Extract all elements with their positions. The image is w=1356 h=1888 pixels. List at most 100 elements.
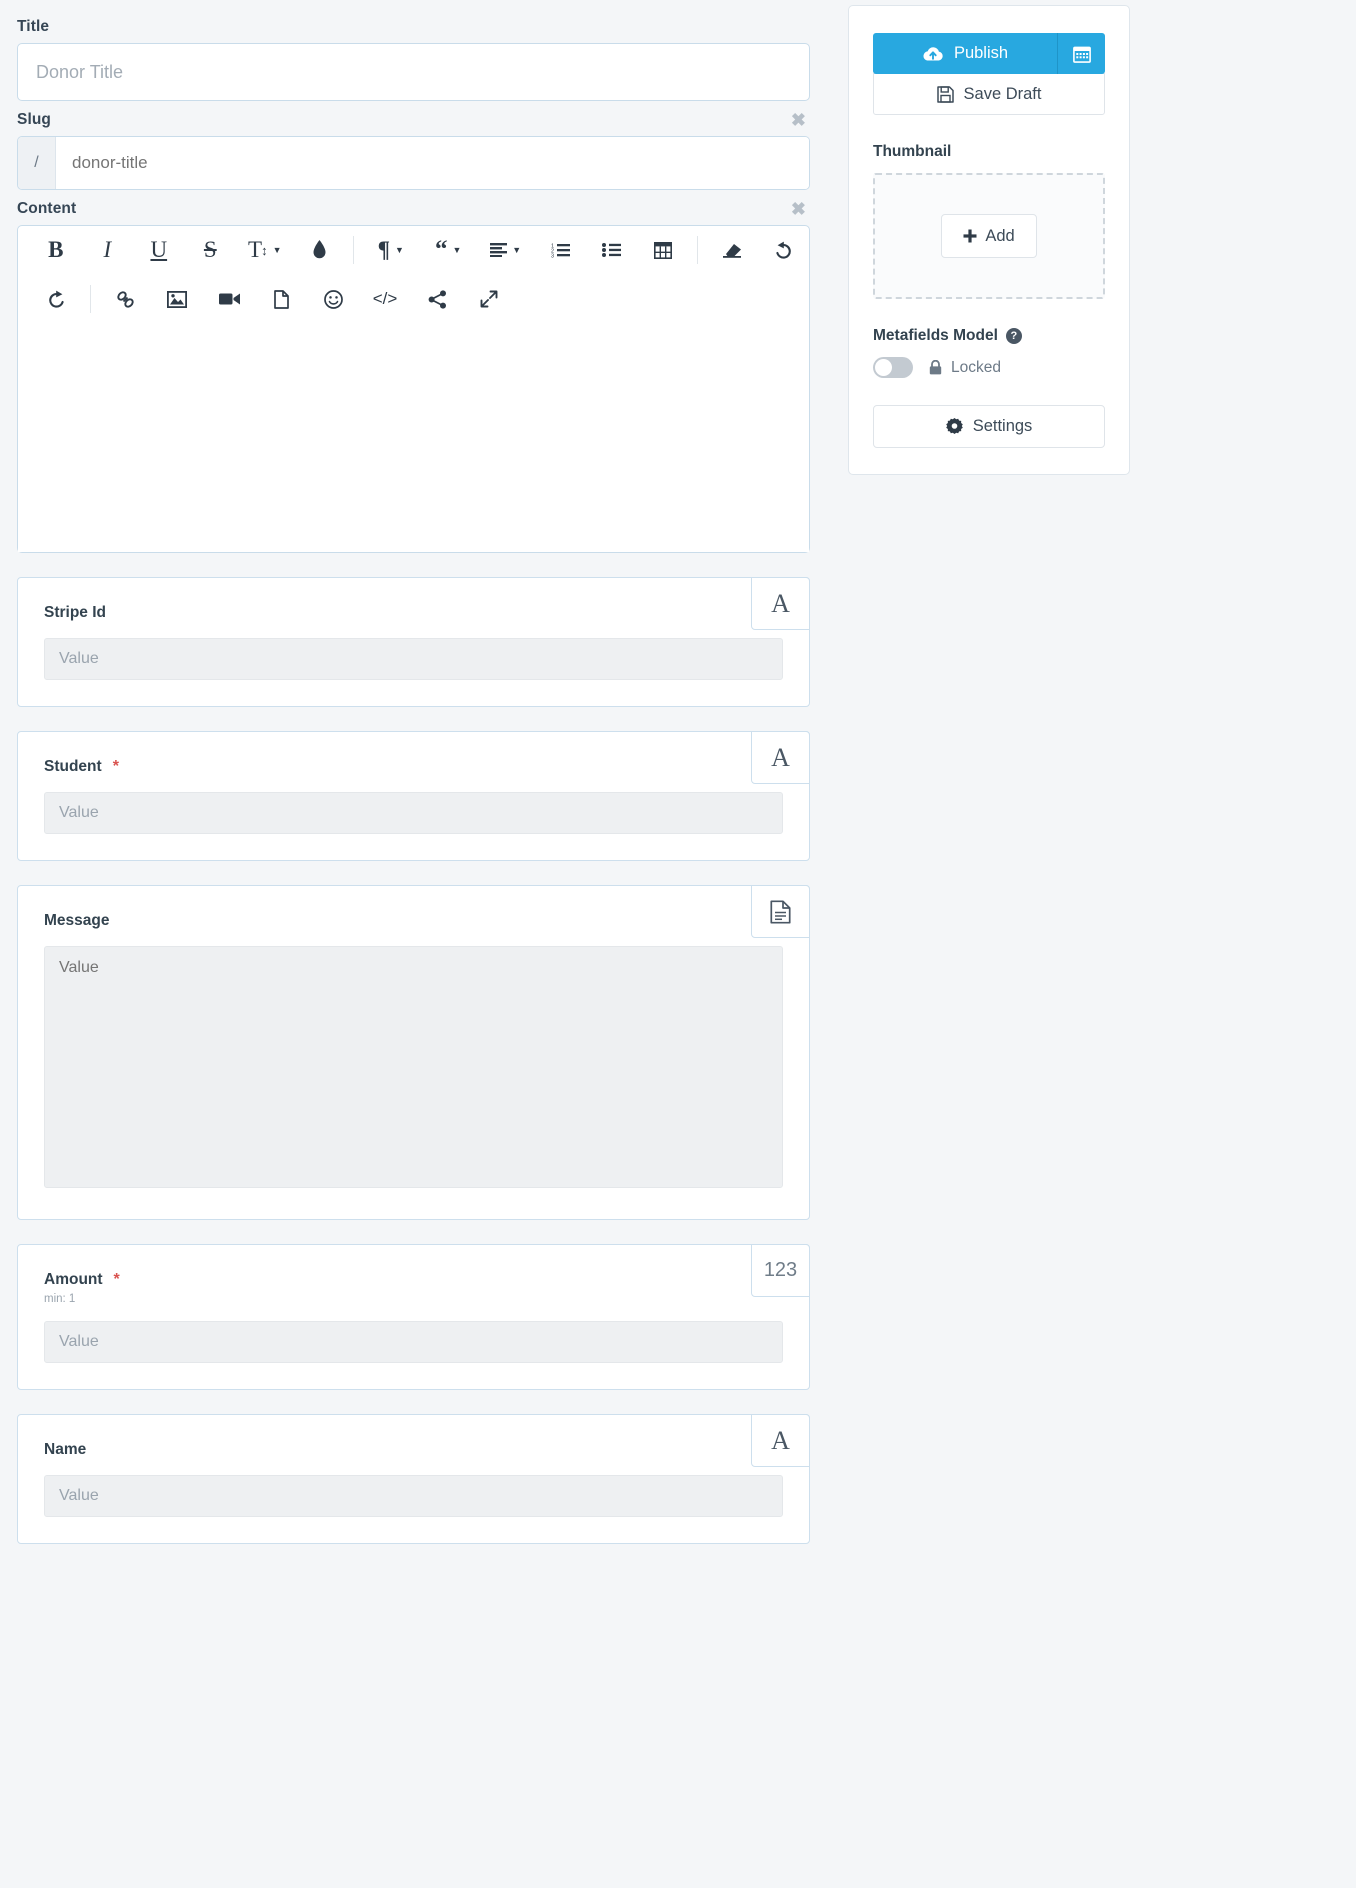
ordered-list-icon[interactable]: 1 2 3 bbox=[534, 230, 586, 270]
remove-slug-field-icon[interactable]: ✖ bbox=[791, 111, 810, 129]
insert-file-icon[interactable] bbox=[255, 279, 307, 319]
redo-icon[interactable] bbox=[30, 279, 82, 319]
metafield-header: Student * bbox=[44, 758, 783, 776]
font-size-icon[interactable]: T ↕ ▼ bbox=[236, 230, 293, 270]
main-editor-column: Title Slug ✖ / Content ✖ B I U S T↕▼ bbox=[0, 0, 830, 1544]
strikethrough-icon[interactable]: S bbox=[185, 230, 237, 270]
slug-label-row: Slug ✖ bbox=[17, 111, 810, 129]
insert-video-icon[interactable] bbox=[203, 279, 255, 319]
metafield-label: Stripe Id bbox=[44, 604, 107, 621]
title-input[interactable] bbox=[17, 43, 810, 101]
content-label-row: Content ✖ bbox=[17, 200, 810, 218]
table-icon[interactable] bbox=[637, 230, 689, 270]
field-type-badge-textarea bbox=[751, 885, 810, 938]
metafield-label: Student bbox=[44, 758, 102, 775]
remove-content-field-icon[interactable]: ✖ bbox=[791, 200, 810, 218]
metafield-input-student[interactable] bbox=[44, 792, 783, 834]
save-draft-button[interactable]: Save Draft bbox=[873, 73, 1105, 115]
settings-button[interactable]: Settings bbox=[873, 405, 1105, 448]
settings-label: Settings bbox=[972, 417, 1033, 435]
metafields-model-label: Metafields Model ? bbox=[873, 327, 1105, 345]
clear-formatting-icon[interactable] bbox=[706, 230, 758, 270]
field-type-badge-number: 123 bbox=[751, 1244, 810, 1297]
cloud-upload-icon bbox=[922, 46, 944, 62]
unordered-list-icon[interactable] bbox=[586, 230, 638, 270]
title-label-row: Title bbox=[17, 18, 810, 36]
metafield-header: Message bbox=[44, 912, 783, 930]
save-draft-label: Save Draft bbox=[963, 84, 1042, 103]
metafield-card-amount: 123 Amount * min: 1 bbox=[17, 1244, 810, 1390]
metafield-header: Name bbox=[44, 1441, 783, 1459]
publish-button-label: Publish bbox=[953, 44, 1009, 62]
content-editor-page: Title Slug ✖ / Content ✖ B I U S T↕▼ bbox=[0, 0, 1356, 1888]
metafield-label: Message bbox=[44, 912, 110, 929]
publish-button[interactable]: Publish bbox=[873, 33, 1057, 74]
help-icon[interactable]: ? bbox=[1005, 328, 1022, 344]
share-icon[interactable] bbox=[411, 279, 463, 319]
metafield-card-name: A Name bbox=[17, 1414, 810, 1544]
editor-toolbar-row-1: B I U S T ↕ ▼ ¶ ▼ “▼ ▼ 1 2 3 bbox=[18, 226, 809, 274]
toggle-knob bbox=[875, 359, 892, 376]
floppy-save-icon bbox=[936, 85, 954, 103]
svg-text:3: 3 bbox=[551, 254, 554, 259]
toolbar-divider-3 bbox=[90, 285, 91, 313]
thumbnail-dropzone[interactable]: Add bbox=[873, 173, 1105, 299]
undo-icon[interactable] bbox=[757, 230, 809, 270]
metafields-model-toggle-row: Locked bbox=[873, 357, 1105, 378]
metafield-input-stripe-id[interactable] bbox=[44, 638, 783, 680]
metafield-header: Amount * bbox=[44, 1271, 783, 1289]
rich-text-editor: B I U S T ↕ ▼ ¶ ▼ “▼ ▼ 1 2 3 </> bbox=[17, 225, 810, 553]
bold-icon[interactable]: B bbox=[30, 230, 82, 270]
quote-icon[interactable]: “▼ bbox=[420, 230, 477, 270]
content-label: Content bbox=[17, 200, 77, 217]
plus-icon bbox=[963, 229, 977, 243]
fullscreen-icon[interactable] bbox=[463, 279, 515, 319]
metafield-label: Amount bbox=[44, 1271, 103, 1288]
underline-icon[interactable]: U bbox=[133, 230, 185, 270]
field-type-badge-text: A bbox=[751, 577, 810, 630]
field-type-badge-text: A bbox=[751, 1414, 810, 1467]
metafield-hint: min: 1 bbox=[44, 1293, 76, 1305]
publish-button-group: Publish bbox=[873, 33, 1105, 74]
align-icon[interactable]: ▼ bbox=[477, 230, 534, 270]
toolbar-divider bbox=[353, 236, 355, 264]
metafield-header: Stripe Id bbox=[44, 604, 783, 622]
italic-icon[interactable]: I bbox=[82, 230, 134, 270]
metafield-card-message: Message bbox=[17, 885, 810, 1220]
locked-label: Locked bbox=[951, 358, 1001, 376]
required-marker: * bbox=[112, 758, 119, 775]
metafields-model-toggle[interactable] bbox=[873, 357, 913, 378]
schedule-publish-button[interactable] bbox=[1057, 33, 1105, 74]
slug-label: Slug bbox=[17, 111, 51, 128]
publish-sidebar: Publish Save Draft Thumbnail Add Metafie… bbox=[848, 5, 1130, 475]
insert-image-icon[interactable] bbox=[151, 279, 203, 319]
metafield-textarea-message[interactable] bbox=[44, 946, 783, 1188]
locked-status: Locked bbox=[929, 359, 1001, 377]
slug-prefix: / bbox=[18, 137, 56, 189]
editor-toolbar-row-2: </> bbox=[18, 274, 809, 324]
slug-input[interactable] bbox=[56, 137, 809, 189]
add-thumbnail-label: Add bbox=[985, 226, 1015, 245]
paragraph-format-icon[interactable]: ¶ ▼ bbox=[362, 230, 419, 270]
add-thumbnail-button[interactable]: Add bbox=[941, 214, 1037, 258]
metafield-input-name[interactable] bbox=[44, 1475, 783, 1517]
title-label: Title bbox=[17, 18, 50, 35]
metafield-label: Name bbox=[44, 1441, 87, 1458]
metafield-card-student: A Student * bbox=[17, 731, 810, 861]
text-color-icon[interactable] bbox=[294, 230, 346, 270]
thumbnail-label: Thumbnail bbox=[873, 143, 952, 160]
metafield-input-amount[interactable] bbox=[44, 1321, 783, 1363]
document-lines-icon bbox=[770, 899, 791, 924]
calendar-icon bbox=[1072, 46, 1091, 63]
metafield-card-stripe-id: A Stripe Id bbox=[17, 577, 810, 707]
insert-link-icon[interactable] bbox=[99, 279, 151, 319]
emoticon-icon[interactable] bbox=[307, 279, 359, 319]
field-type-badge-text: A bbox=[751, 731, 810, 784]
lock-icon bbox=[929, 360, 942, 375]
slug-input-group: / bbox=[17, 136, 810, 190]
gear-icon bbox=[945, 418, 963, 435]
code-view-icon[interactable]: </> bbox=[359, 279, 411, 319]
toolbar-divider-2 bbox=[696, 236, 698, 264]
required-marker: * bbox=[113, 1271, 120, 1288]
editor-content-area[interactable] bbox=[18, 324, 809, 552]
